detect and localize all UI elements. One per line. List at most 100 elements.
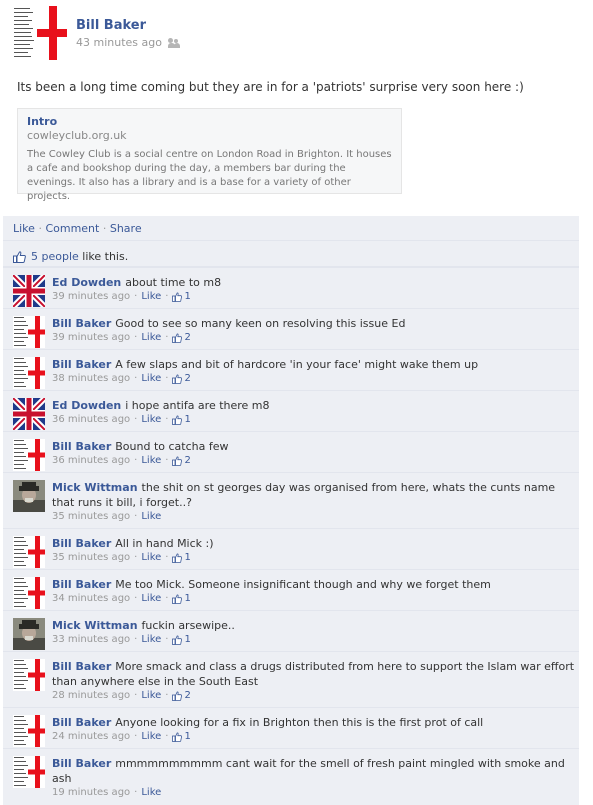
like-count-value[interactable]: 1 (184, 731, 190, 742)
comment-timestamp[interactable]: 35 minutes ago (52, 511, 130, 522)
comment-like-link[interactable]: Like (141, 634, 161, 645)
comment-link[interactable]: Comment (45, 222, 99, 235)
comment-like-count[interactable]: 1 (172, 414, 191, 425)
comment-like-link[interactable]: Like (141, 552, 161, 563)
comment-timestamp[interactable]: 39 minutes ago (52, 291, 130, 302)
commenter-avatar[interactable] (13, 618, 45, 650)
like-count-value[interactable]: 1 (184, 552, 190, 563)
comment-timestamp[interactable]: 33 minutes ago (52, 634, 130, 645)
meta-separator: · (165, 291, 169, 302)
comment-timestamp[interactable]: 28 minutes ago (52, 690, 130, 701)
comment: Bill Baker Bound to catcha few 36 minutes … (3, 431, 579, 472)
comment-like-link[interactable]: Like (141, 455, 161, 466)
commenter-name-link[interactable]: Bill Baker (52, 317, 111, 330)
comment-like-link[interactable]: Like (141, 291, 161, 302)
comment-like-count[interactable]: 2 (172, 373, 191, 384)
commenter-avatar[interactable] (13, 316, 45, 348)
comment-like-count[interactable]: 1 (172, 634, 191, 645)
comment: Bill Baker Anyone looking for a fix in Br… (3, 707, 579, 748)
commenter-avatar[interactable] (13, 439, 45, 471)
comment-like-link[interactable]: Like (141, 414, 161, 425)
post-time-text[interactable]: 43 minutes ago (76, 36, 162, 49)
comment-like-link[interactable]: Like (141, 690, 161, 701)
meta-separator: · (165, 414, 169, 425)
comment-like-count[interactable]: 1 (172, 552, 191, 563)
comment-timestamp[interactable]: 36 minutes ago (52, 414, 130, 425)
link-attachment[interactable]: Intro cowleyclub.org.uk The Cowley Club … (17, 108, 402, 202)
link-title[interactable]: Intro (27, 115, 392, 128)
commenter-avatar[interactable] (13, 577, 45, 609)
comment: Bill Baker mmmmmmmmmm cant wait for the s… (3, 748, 579, 804)
meta-separator: · (165, 634, 169, 645)
commenter-name-link[interactable]: Mick Wittman (52, 481, 138, 494)
link-description: The Cowley Club is a social centre on Lo… (27, 149, 392, 202)
like-count-value[interactable]: 2 (184, 690, 190, 701)
commenter-name-link[interactable]: Bill Baker (52, 578, 111, 591)
comment-text: Me too Mick. Someone insignificant thoug… (115, 578, 491, 591)
meta-separator: · (134, 552, 138, 563)
comment-like-link[interactable]: Like (141, 332, 161, 343)
like-link[interactable]: Like (13, 222, 35, 235)
comment-like-link[interactable]: Like (141, 511, 161, 522)
meta-separator: · (134, 373, 138, 384)
comment-like-link[interactable]: Like (141, 373, 161, 384)
comment-timestamp[interactable]: 39 minutes ago (52, 332, 130, 343)
like-count-value[interactable]: 1 (184, 593, 190, 604)
comment-list: Ed Dowden about time to m8 39 minutes ago ·… (3, 267, 579, 804)
commenter-name-link[interactable]: Bill Baker (52, 440, 111, 453)
comment-timestamp[interactable]: 24 minutes ago (52, 731, 130, 742)
like-count-value[interactable]: 2 (184, 332, 190, 343)
comment-like-count[interactable]: 1 (172, 731, 191, 742)
comment-timestamp[interactable]: 38 minutes ago (52, 373, 130, 384)
audience-icon[interactable] (167, 37, 180, 48)
comment-like-link[interactable]: Like (141, 787, 161, 798)
post-author-link[interactable]: Bill Baker (76, 18, 180, 33)
comment-text: Good to see so many keen on resolving th… (115, 317, 406, 330)
comment-like-count[interactable]: 2 (172, 690, 191, 701)
comment-like-count[interactable]: 2 (172, 455, 191, 466)
commenter-avatar[interactable] (13, 357, 45, 389)
comment-like-link[interactable]: Like (141, 731, 161, 742)
commenter-avatar[interactable] (13, 275, 45, 307)
commenter-avatar[interactable] (13, 756, 45, 788)
commenter-avatar[interactable] (13, 536, 45, 568)
meta-separator: · (165, 455, 169, 466)
commenter-avatar[interactable] (13, 659, 45, 691)
commenter-name-link[interactable]: Bill Baker (52, 757, 111, 770)
commenter-name-link[interactable]: Mick Wittman (52, 619, 138, 632)
meta-separator: · (165, 731, 169, 742)
commenter-avatar[interactable] (13, 398, 45, 430)
likers-link[interactable]: 5 people (31, 250, 79, 263)
like-count-value[interactable]: 1 (184, 414, 190, 425)
comment-like-count[interactable]: 1 (172, 291, 191, 302)
author-avatar[interactable] (13, 6, 67, 60)
comment-timestamp[interactable]: 19 minutes ago (52, 787, 130, 798)
comment-like-count[interactable]: 2 (172, 332, 191, 343)
like-count-value[interactable]: 1 (184, 634, 190, 645)
comment: Bill Baker All in hand Mick :) 35 minutes … (3, 528, 579, 569)
post-message: Its been a long time coming but they are… (17, 80, 524, 94)
comment-like-link[interactable]: Like (141, 593, 161, 604)
comment-like-count[interactable]: 1 (172, 593, 191, 604)
share-link[interactable]: Share (110, 222, 142, 235)
commenter-name-link[interactable]: Ed Dowden (52, 276, 121, 289)
commenter-name-link[interactable]: Bill Baker (52, 716, 111, 729)
comment: Mick Wittman fuckin arsewipe.. 33 minutes … (3, 610, 579, 651)
like-count-value[interactable]: 2 (184, 455, 190, 466)
comment-timestamp[interactable]: 35 minutes ago (52, 552, 130, 563)
comment-timestamp[interactable]: 34 minutes ago (52, 593, 130, 604)
commenter-name-link[interactable]: Bill Baker (52, 358, 111, 371)
commenter-name-link[interactable]: Bill Baker (52, 660, 111, 673)
commenter-name-link[interactable]: Ed Dowden (52, 399, 121, 412)
comment-text: i hope antifa are there m8 (125, 399, 270, 412)
like-count-value[interactable]: 1 (184, 291, 190, 302)
commenter-avatar[interactable] (13, 480, 45, 512)
commenter-name-link[interactable]: Bill Baker (52, 537, 111, 550)
comment-text: Bound to catcha few (115, 440, 229, 453)
meta-separator: · (134, 455, 138, 466)
like-count-value[interactable]: 2 (184, 373, 190, 384)
meta-separator: · (165, 593, 169, 604)
commenter-avatar[interactable] (13, 715, 45, 747)
comment-timestamp[interactable]: 36 minutes ago (52, 455, 130, 466)
comment: Ed Dowden i hope antifa are there m8 36 mi… (3, 390, 579, 431)
